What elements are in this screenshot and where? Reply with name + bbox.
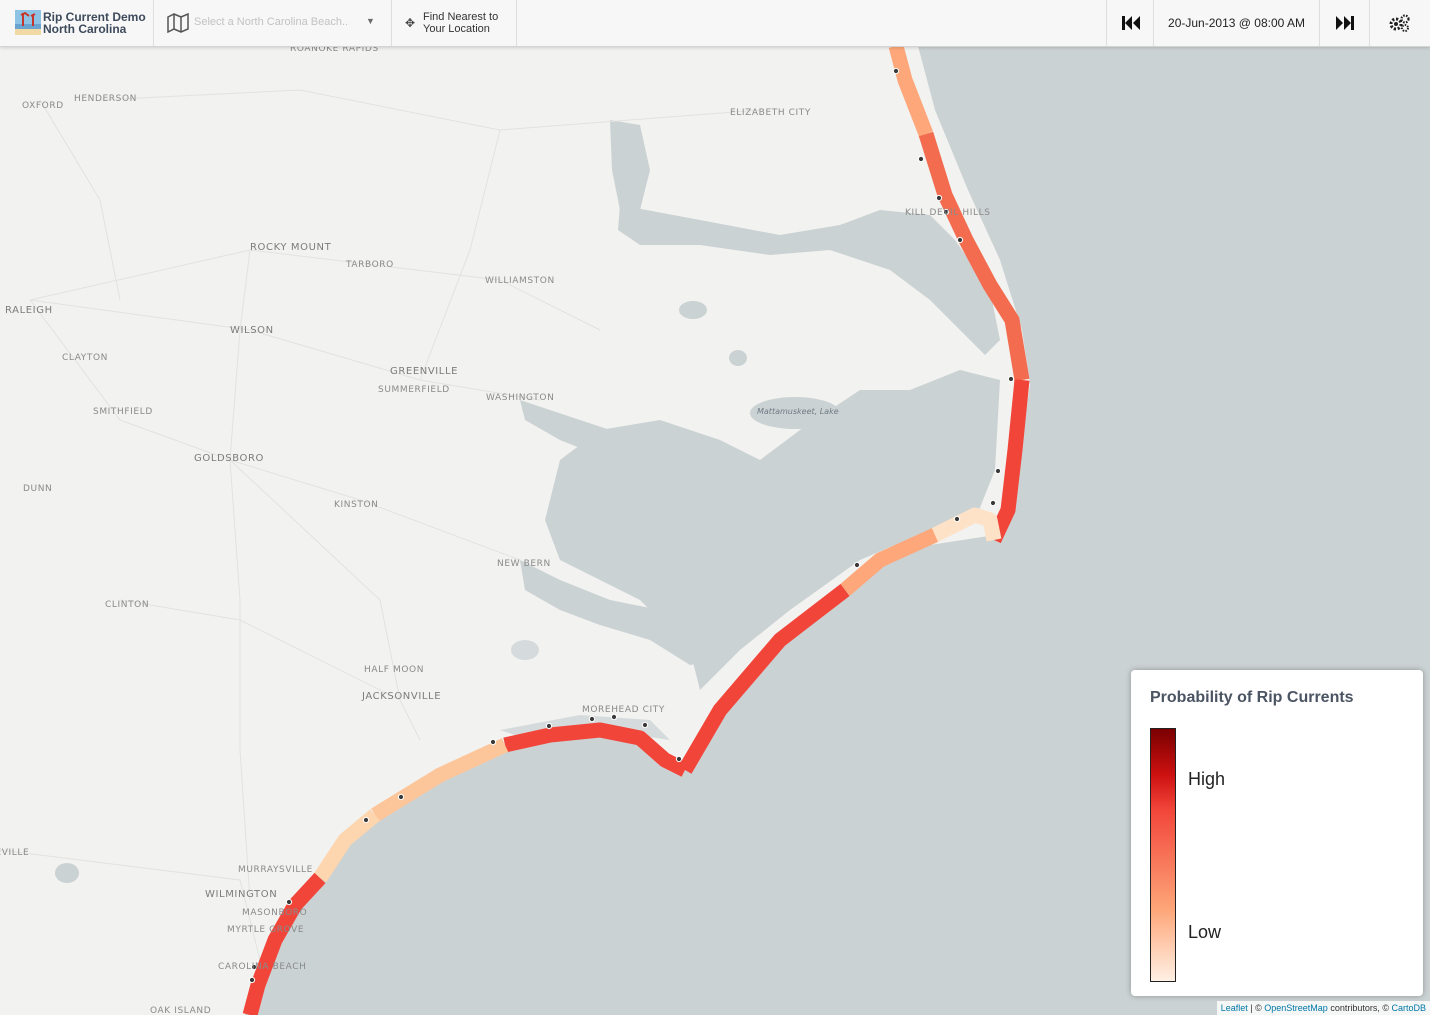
place-label: TARBORO <box>345 260 394 270</box>
app-brand[interactable]: Rip Current Demo North Carolina <box>0 0 154 46</box>
place-label: CLAYTON <box>62 353 108 363</box>
datetime-display: 20-Jun-2013 @ 08:00 AM <box>1154 0 1320 46</box>
place-label: SUMMERFIELD <box>378 385 450 395</box>
map-icon <box>167 13 189 33</box>
gears-icon <box>1389 14 1410 32</box>
find-nearest-label-line1: Find Nearest to <box>423 11 499 23</box>
place-label: ROCKY MOUNT <box>250 242 332 253</box>
lake-label: Mattamuskeet, Lake <box>757 407 839 416</box>
datetime-label: 20-Jun-2013 @ 08:00 AM <box>1168 16 1305 30</box>
place-label: MYRTLE GROVE <box>227 925 304 935</box>
place-label: CAROLINA BEACH <box>218 962 307 972</box>
legend-color-scale <box>1150 728 1176 982</box>
place-label: JACKSONVILLE <box>361 691 441 702</box>
place-label: OXFORD <box>22 101 64 111</box>
place-label: MURRAYSVILLE <box>238 865 313 875</box>
probability-legend: Probability of Rip Currents High Low <box>1131 670 1423 996</box>
place-label: GOLDSBORO <box>194 453 264 464</box>
place-label: WILSON <box>230 325 274 336</box>
place-label: RALEIGH <box>5 305 53 316</box>
place-label: HALF MOON <box>364 665 424 675</box>
map-attribution: Leaflet | © OpenStreetMap contributors, … <box>1216 1001 1430 1015</box>
place-label: MOREHEAD CITY <box>582 705 665 715</box>
next-time-button[interactable] <box>1320 0 1370 46</box>
place-label: SMITHFIELD <box>93 407 153 417</box>
place-label: NEW BERN <box>497 559 551 569</box>
place-label: CLINTON <box>105 600 149 610</box>
skip-forward-icon <box>1336 16 1354 30</box>
place-label: HENDERSON <box>74 94 137 104</box>
place-label: OAK ISLAND <box>150 1006 211 1015</box>
osm-link[interactable]: OpenStreetMap <box>1264 1003 1328 1013</box>
find-nearest-label-line2: Your Location <box>423 23 490 35</box>
beach-select-placeholder: Select a North Carolina Beach.. <box>194 16 349 28</box>
place-label: WILLIAMSTON <box>485 276 555 286</box>
beach-select[interactable]: Select a North Carolina Beach.. ▼ <box>154 0 392 46</box>
place-label: KILL DEVIL HILLS <box>905 208 991 218</box>
carto-link[interactable]: CartoDB <box>1391 1003 1426 1013</box>
place-label: MASONBORO <box>242 908 307 918</box>
previous-time-button[interactable] <box>1106 0 1154 46</box>
legend-low-label: Low <box>1188 922 1222 942</box>
beach-logo-icon <box>15 10 41 35</box>
place-label: DUNN <box>23 484 52 494</box>
place-label: ELIZABETH CITY <box>730 108 811 118</box>
place-label: KINSTON <box>334 500 379 510</box>
attribution-sep: | © <box>1247 1003 1265 1013</box>
find-nearest-button[interactable]: ✥ Find Nearest to Your Location <box>392 0 517 46</box>
leaflet-link[interactable]: Leaflet <box>1221 1003 1248 1013</box>
place-label: WASHINGTON <box>486 393 554 403</box>
crosshair-icon: ✥ <box>405 16 416 30</box>
place-label: WILMINGTON <box>205 889 277 900</box>
settings-button[interactable] <box>1370 0 1430 46</box>
place-label: GREENVILLE <box>390 366 458 377</box>
skip-back-icon <box>1122 16 1140 30</box>
legend-title: Probability of Rip Currents <box>1150 689 1354 706</box>
legend-high-label: High <box>1188 769 1226 789</box>
caret-down-icon: ▼ <box>366 16 375 26</box>
top-toolbar: Rip Current Demo North Carolina Select a… <box>0 0 1430 47</box>
app-title-line2: North Carolina <box>43 22 127 36</box>
attribution-contributors: contributors, © <box>1327 1003 1392 1013</box>
place-label: FAYETTEVILLE <box>0 848 29 858</box>
